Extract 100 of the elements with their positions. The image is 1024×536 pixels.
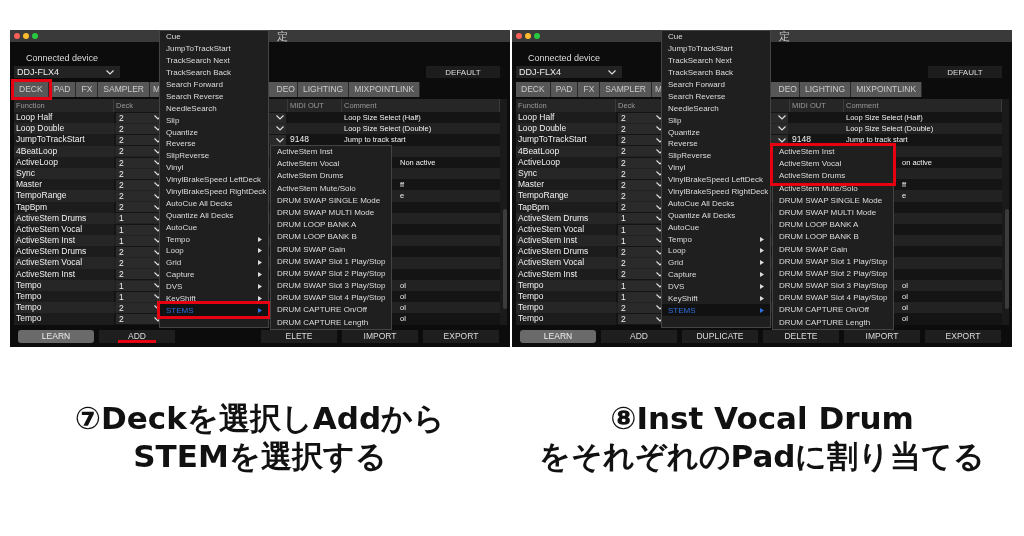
chevron-down-icon [106, 69, 114, 75]
menu-item[interactable]: ActiveStem Drums [271, 170, 391, 183]
deck-value: 2 [119, 314, 124, 325]
action-button[interactable]: EXPORT [423, 329, 499, 343]
scrollbar[interactable] [502, 99, 507, 325]
menu-item[interactable]: DRUM SWAP Gain [773, 243, 893, 256]
deck-value: 1 [119, 224, 124, 235]
default-button[interactable]: DEFAULT [426, 66, 500, 78]
menu-item[interactable]: TrackSearch Next [662, 54, 770, 67]
menu-item[interactable]: JumpToTrackStart [662, 42, 770, 55]
menu-item[interactable]: DRUM SWAP MULTI Mode [271, 206, 391, 220]
function-cell: 4BeatLoop [14, 145, 114, 157]
menu-item[interactable]: DRUM LOOP BANK B [773, 231, 893, 244]
menu-item[interactable]: DRUM LOOP BANK B [271, 231, 391, 244]
close-button[interactable] [516, 33, 522, 39]
function-cell: JumpToTrackStart [14, 134, 114, 146]
menu-item[interactable]: DRUM LOOP BANK A [271, 219, 391, 232]
scrollbar[interactable] [1004, 99, 1009, 325]
menu-item[interactable]: ActiveStem Mute/Solo [773, 182, 893, 195]
menu-item[interactable]: DRUM SWAP Slot 2 Play/Stop [773, 267, 893, 281]
tab[interactable]: MIXPOINTLINK [851, 82, 923, 97]
scrollbar-thumb[interactable] [1005, 209, 1009, 309]
action-button[interactable]: LEARN [18, 329, 94, 343]
menu-item[interactable]: TrackSearch Next [160, 54, 268, 67]
menu-item[interactable]: DRUM SWAP Slot 4 Play/Stop [271, 292, 391, 305]
tab[interactable]: LIGHTING [800, 82, 852, 97]
menu-item[interactable]: TrackSearch Back [662, 66, 770, 79]
menu-item[interactable]: ActiveStem Inst [773, 146, 893, 159]
menu-item[interactable]: STEMS [160, 304, 268, 317]
tab[interactable]: SAMPLER [98, 82, 150, 97]
tab[interactable]: LIGHTING [298, 82, 350, 97]
function-cell: Tempo [516, 313, 616, 325]
menu-item[interactable]: ActiveStem Vocal [271, 158, 391, 171]
device-dropdown[interactable]: DDJ-FLX4 [14, 66, 120, 78]
menu-item[interactable]: DRUM SWAP Slot 4 Play/Stop [773, 292, 893, 305]
menu-item[interactable]: DRUM SWAP Slot 2 Play/Stop [271, 267, 391, 281]
zoom-button[interactable] [534, 33, 540, 39]
deck-value: 1 [119, 291, 124, 302]
menu-item[interactable]: DRUM CAPTURE Length [773, 316, 893, 329]
action-button[interactable]: IMPORT [844, 329, 920, 343]
function-cell: TapBpm [14, 201, 114, 213]
action-button[interactable]: DUPLICATE [682, 329, 758, 343]
menu-item[interactable]: Search Forward [662, 78, 770, 91]
menu-item[interactable]: JumpToTrackStart [160, 42, 268, 55]
menu-item[interactable]: DRUM CAPTURE On/Off [773, 304, 893, 317]
menu-item[interactable]: ActiveStem Drums [773, 170, 893, 183]
menu-item[interactable]: ActiveStem Inst [271, 146, 391, 159]
deck-value: 2 [621, 314, 626, 325]
menu-item[interactable]: Cue [662, 31, 770, 43]
device-name: DDJ-FLX4 [17, 67, 59, 77]
menu-item[interactable]: DRUM SWAP SINGLE Mode [271, 194, 391, 207]
minimize-button[interactable] [23, 33, 29, 39]
scrollbar-thumb[interactable] [503, 209, 507, 309]
minimize-button[interactable] [525, 33, 531, 39]
zoom-button[interactable] [32, 33, 38, 39]
tab[interactable]: SAMPLER [600, 82, 652, 97]
menu-item[interactable]: TrackSearch Back [160, 66, 268, 79]
action-button[interactable]: IMPORT [342, 329, 418, 343]
menu-item[interactable]: DRUM SWAP MULTI Mode [773, 206, 893, 220]
menu-item[interactable]: DRUM SWAP Slot 1 Play/Stop [773, 255, 893, 268]
function-cell: Master [14, 179, 114, 191]
menu-item[interactable]: Cue [160, 31, 268, 43]
tab[interactable]: DECK [516, 82, 551, 97]
action-button[interactable]: EXPORT [925, 329, 1001, 343]
menu-item[interactable]: STEMS [662, 304, 770, 317]
menu-item[interactable]: DRUM SWAP Slot 3 Play/Stop [271, 280, 391, 293]
menu-item[interactable]: ActiveStem Vocal [773, 158, 893, 171]
function-cell: 4BeatLoop [516, 145, 616, 157]
action-button[interactable]: ADD [601, 329, 677, 343]
menu-item[interactable]: Search Forward [160, 78, 268, 91]
close-button[interactable] [14, 33, 20, 39]
deck-value: 1 [621, 224, 626, 235]
menu-item[interactable]: DRUM SWAP SINGLE Mode [773, 194, 893, 207]
function-cell: Tempo [14, 313, 114, 325]
function-cell: Loop Double [14, 123, 114, 135]
action-button[interactable]: LEARN [520, 329, 596, 343]
tab[interactable]: DECK [14, 82, 49, 97]
caption-text: STEMを選択する [132, 437, 388, 475]
menu-item[interactable]: ActiveStem Mute/Solo [271, 182, 391, 195]
deck-value: 2 [621, 258, 626, 269]
menu-item[interactable]: DRUM CAPTURE On/Off [271, 304, 391, 317]
function-cell: Loop Half [14, 112, 114, 124]
action-button[interactable]: ADD [99, 329, 175, 343]
menu-item[interactable]: DRUM LOOP BANK A [773, 219, 893, 232]
function-cell: Master [516, 179, 616, 191]
deck-value: 2 [119, 269, 124, 280]
tab[interactable]: PAD [550, 82, 579, 97]
default-button[interactable]: DEFAULT [928, 66, 1002, 78]
tab[interactable]: MIXPOINTLINK [349, 82, 421, 97]
menu-item[interactable]: DRUM SWAP Slot 1 Play/Stop [271, 255, 391, 268]
menu-item[interactable]: DRUM SWAP Slot 3 Play/Stop [773, 280, 893, 293]
deck-value: 2 [621, 168, 626, 179]
menu-item[interactable]: DRUM SWAP Gain [271, 243, 391, 256]
function-cell: ActiveStem Vocal [516, 257, 616, 269]
deck-value: 2 [621, 269, 626, 280]
tab[interactable]: FX [76, 82, 99, 97]
device-dropdown[interactable]: DDJ-FLX4 [516, 66, 622, 78]
deck-value: 2 [119, 123, 124, 134]
tab[interactable]: FX [578, 82, 601, 97]
menu-item[interactable]: DRUM CAPTURE Length [271, 316, 391, 329]
